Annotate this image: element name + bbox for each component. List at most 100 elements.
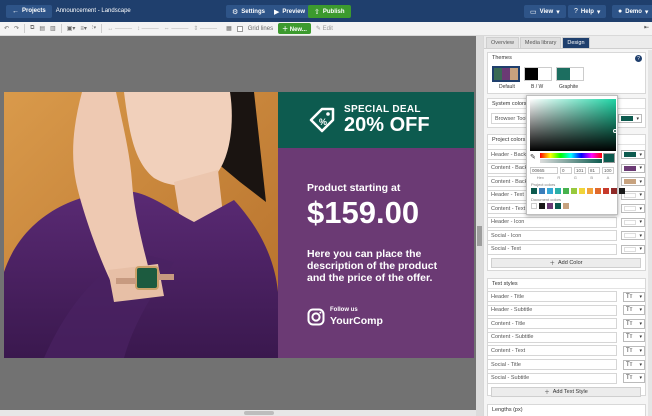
- grid-lines-checkbox[interactable]: [236, 25, 243, 32]
- hex-input[interactable]: 00665: [530, 167, 558, 174]
- text-style-picker[interactable]: Tт ▾: [623, 373, 645, 384]
- document-color-swatch[interactable]: [555, 203, 561, 209]
- follow-label[interactable]: Follow us: [330, 307, 358, 313]
- project-color-picker[interactable]: ▾: [621, 244, 645, 254]
- text-style-row[interactable]: Content - Title: [487, 318, 617, 330]
- deal-header[interactable]: % SPECIAL DEAL 20% OFF: [278, 92, 474, 148]
- document-color-swatch[interactable]: [547, 203, 553, 209]
- theme-default[interactable]: [492, 66, 520, 82]
- project-color-picker[interactable]: ▾: [621, 231, 645, 240]
- tab-media-library[interactable]: Media library: [519, 37, 562, 48]
- preset-color-swatch[interactable]: [603, 188, 609, 194]
- document-color-swatch[interactable]: [531, 203, 537, 209]
- text-style-row[interactable]: Social - Subtitle: [487, 372, 617, 384]
- redo-icon[interactable]: ↷: [14, 25, 19, 32]
- text-style-row[interactable]: Header - Subtitle: [487, 304, 617, 316]
- eyedropper-icon[interactable]: ✎: [530, 153, 536, 161]
- text-style-picker[interactable]: Tт ▾: [623, 318, 645, 329]
- align-icon[interactable]: ≡▾: [80, 25, 87, 32]
- project-color-row[interactable]: Social - Text: [487, 243, 617, 255]
- projects-button[interactable]: ← Projects: [6, 4, 52, 18]
- add-text-style-button[interactable]: ＋ Add Text Style: [491, 387, 641, 397]
- product-label[interactable]: Product starting at: [307, 182, 400, 194]
- undo-icon[interactable]: ↶: [4, 25, 9, 32]
- g-input[interactable]: 101: [574, 167, 586, 174]
- preset-color-swatch[interactable]: [555, 188, 561, 194]
- document-title[interactable]: Announcement - Landscape: [56, 8, 131, 14]
- horizontal-scrollbar[interactable]: [0, 410, 476, 416]
- document-color-swatch[interactable]: [563, 203, 569, 209]
- hue-slider[interactable]: [540, 153, 602, 158]
- company-name[interactable]: YourComp: [330, 315, 383, 327]
- vertical-scrollbar[interactable]: [476, 36, 483, 416]
- vertical-scroll-thumb[interactable]: [477, 226, 482, 246]
- project-color-picker[interactable]: ▾: [621, 204, 645, 213]
- preview-button[interactable]: ▶ Preview: [268, 5, 312, 18]
- artboard[interactable]: % SPECIAL DEAL 20% OFF Product starting …: [4, 92, 474, 358]
- position-x-icon[interactable]: ↔ ────: [107, 26, 132, 32]
- preset-color-swatch[interactable]: [539, 188, 545, 194]
- group-icon[interactable]: ▣▾: [67, 25, 76, 32]
- project-color-row[interactable]: Social - Icon: [487, 230, 617, 241]
- text-style-picker[interactable]: Tт ▾: [623, 359, 645, 370]
- horizontal-scroll-thumb[interactable]: [244, 411, 274, 415]
- saturation-area[interactable]: [530, 99, 616, 151]
- panel-scrollbar[interactable]: [648, 50, 652, 416]
- b-input[interactable]: 81: [588, 167, 600, 174]
- text-style-row[interactable]: Content - Subtitle: [487, 331, 617, 343]
- help-menu-button[interactable]: ? Help ▾: [568, 5, 607, 18]
- collapse-panel-icon[interactable]: ⇤: [644, 24, 649, 31]
- text-style-picker[interactable]: Tт ▾: [623, 291, 645, 302]
- system-color-picker[interactable]: ▾: [618, 114, 642, 123]
- preset-color-swatch[interactable]: [579, 188, 585, 194]
- r-input[interactable]: 0: [560, 167, 572, 174]
- help-icon[interactable]: ?: [635, 55, 642, 62]
- deal-discount[interactable]: 20% OFF: [344, 115, 430, 136]
- preset-color-swatch[interactable]: [571, 188, 577, 194]
- delete-icon[interactable]: ▥: [50, 25, 56, 32]
- copy-icon[interactable]: ⧉: [30, 25, 34, 32]
- project-color-picker[interactable]: ▾: [621, 217, 645, 227]
- preset-color-swatch[interactable]: [595, 188, 601, 194]
- text-style-picker[interactable]: Tт ▾: [623, 332, 645, 343]
- preset-color-swatch[interactable]: [563, 188, 569, 194]
- project-color-picker[interactable]: ▾: [621, 163, 645, 173]
- document-color-swatch[interactable]: [539, 203, 545, 209]
- publish-button[interactable]: ⇧ Publish: [308, 5, 351, 18]
- preset-color-swatch[interactable]: [619, 188, 625, 194]
- text-style-picker[interactable]: Tт ▾: [623, 345, 645, 356]
- text-style-row[interactable]: Header - Title: [487, 291, 617, 302]
- settings-button[interactable]: ⚙ Settings: [226, 5, 271, 18]
- project-color-picker[interactable]: ▾: [621, 177, 645, 186]
- width-icon[interactable]: ⇔ ────: [164, 26, 189, 32]
- view-menu-button[interactable]: ▭ View ▾: [524, 5, 566, 18]
- theme-bw[interactable]: [524, 67, 552, 81]
- product-photo[interactable]: [4, 92, 278, 358]
- user-menu-button[interactable]: ● Demo ▾: [612, 5, 652, 18]
- position-y-icon[interactable]: ↕ ────: [137, 26, 159, 32]
- add-color-button[interactable]: ＋ Add Color: [491, 258, 641, 268]
- theme-graphite[interactable]: [556, 67, 584, 81]
- preset-color-swatch[interactable]: [547, 188, 553, 194]
- saturation-handle[interactable]: [613, 129, 617, 133]
- height-icon[interactable]: ⇕ ────: [193, 25, 217, 32]
- color-picker-popover[interactable]: ✎ 00665 0 101 81 100 Hex R G B A Project…: [526, 95, 625, 215]
- new-button[interactable]: ＋ New...: [278, 23, 311, 34]
- text-style-picker[interactable]: Tт ▾: [623, 305, 645, 316]
- preset-color-swatch[interactable]: [587, 188, 593, 194]
- product-price[interactable]: $159.00: [307, 196, 419, 230]
- layout-icon[interactable]: ▦: [226, 25, 232, 32]
- paste-icon[interactable]: ▤: [39, 25, 45, 32]
- preset-color-swatch[interactable]: [611, 188, 617, 194]
- tab-design[interactable]: Design: [562, 37, 590, 48]
- tab-overview[interactable]: Overview: [486, 37, 519, 48]
- a-input[interactable]: 100: [602, 167, 614, 174]
- project-color-picker[interactable]: ▾: [621, 150, 645, 159]
- text-style-row[interactable]: Content - Text: [487, 345, 617, 357]
- distribute-icon[interactable]: ⫶▾: [92, 25, 96, 32]
- alpha-slider[interactable]: [540, 159, 602, 163]
- project-color-row[interactable]: Header - Icon: [487, 216, 617, 228]
- edit-button[interactable]: ✎ Edit: [316, 25, 333, 32]
- product-description[interactable]: Here you can place the description of th…: [307, 248, 457, 284]
- text-style-row[interactable]: Social - Title: [487, 359, 617, 370]
